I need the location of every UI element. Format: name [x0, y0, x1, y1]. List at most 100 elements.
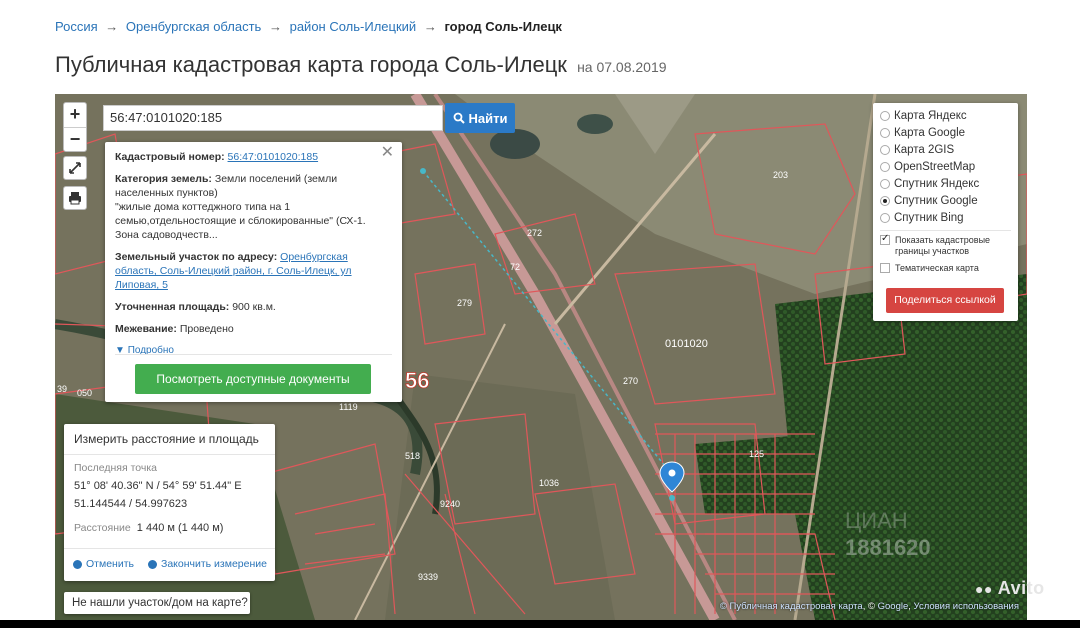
- breadcrumb-current: город Соль-Илецк: [444, 19, 562, 34]
- ruler-icon: [69, 162, 81, 174]
- area-row: Уточненная площадь: 900 кв.м.: [115, 300, 392, 314]
- not-found-button[interactable]: Не нашли участок/дом на карте?: [64, 592, 250, 614]
- attribution-prefix: ©: [719, 601, 727, 612]
- region-label: 56: [405, 368, 429, 393]
- cancel-icon: [73, 559, 82, 569]
- layer-option-label: Спутник Bing: [894, 211, 964, 224]
- coords-decimal: 51.144544 / 54.997623: [74, 498, 188, 510]
- print-icon: [69, 192, 81, 205]
- layer-option-yandex-map[interactable]: Карта Яндекс: [880, 107, 1011, 124]
- check-icon: [147, 559, 157, 569]
- page-title: Публичная кадастровая карта города Соль-…: [55, 52, 667, 78]
- parcel-label: 272: [527, 228, 542, 238]
- land-category-label: Категория земель:: [115, 173, 212, 185]
- land-usage-value: "жилые дома коттеджного типа на 1 семью,…: [115, 201, 366, 241]
- cadastral-number-link[interactable]: 56:47:0101020:185: [228, 151, 319, 163]
- zoom-out-button[interactable]: −: [64, 127, 86, 151]
- measure-tool-button[interactable]: [63, 156, 87, 180]
- finish-measure-button[interactable]: Закончить измерение: [147, 558, 267, 570]
- layer-option-google-map[interactable]: Карта Google: [880, 124, 1011, 141]
- land-category-row: Категория земель: Земли поселений (земли…: [115, 172, 392, 242]
- parcel-label: 050: [77, 388, 92, 398]
- thematic-map-checkbox[interactable]: Тематическая карта: [880, 263, 1011, 274]
- avito-brand: Avito: [997, 578, 1045, 598]
- radio-icon: [880, 144, 890, 155]
- breadcrumb-separator: →: [268, 19, 282, 34]
- layer-option-label: Спутник Google: [894, 194, 978, 207]
- measure-panel: Измерить расстояние и площадь Последняя …: [64, 424, 275, 581]
- parcel-label: 9240: [440, 499, 460, 509]
- radio-selected-icon: [880, 195, 890, 206]
- radio-icon: [880, 161, 890, 172]
- finish-measure-label: Закончить измерение: [160, 558, 267, 570]
- radio-icon: [880, 110, 890, 121]
- radio-icon: [880, 127, 890, 138]
- page-title-text: Публичная кадастровая карта города Соль-…: [55, 52, 567, 77]
- breadcrumb: Россия → Оренбургская область → район Со…: [55, 19, 562, 34]
- view-documents-button[interactable]: Посмотреть доступные документы: [135, 364, 371, 394]
- layer-option-label: Карта Google: [894, 126, 966, 139]
- print-button[interactable]: [63, 186, 87, 210]
- attribution-terms-sep: ,: [908, 601, 911, 612]
- checkbox-icon: [880, 263, 890, 273]
- radio-icon: [880, 178, 890, 189]
- layer-option-2gis-map[interactable]: Карта 2GIS: [880, 141, 1011, 158]
- watermark-number: 1881620: [845, 535, 931, 560]
- layer-option-label: Карта 2GIS: [894, 143, 955, 156]
- address-label: Земельный участок по адресу:: [115, 251, 278, 263]
- more-details-link[interactable]: ▼ Подробно: [115, 344, 392, 358]
- parcel-info-popup: ✕ Кадастровый номер: 56:47:0101020:185 К…: [105, 142, 402, 402]
- measure-body: Последняя точка 51° 08' 40.36" N / 54° 5…: [64, 455, 275, 534]
- parcel-label: 9339: [418, 572, 438, 582]
- show-boundaries-checkbox[interactable]: Показать кадастровые границы участков: [880, 233, 1011, 257]
- search-input[interactable]: 56:47:0101020:185: [103, 105, 443, 131]
- measure-actions: Отменить Закончить измерение: [73, 558, 267, 570]
- layer-option-osm[interactable]: OpenStreetMap: [880, 158, 1011, 175]
- divider: [64, 548, 275, 549]
- layer-option-google-satellite[interactable]: Спутник Google: [880, 192, 1011, 209]
- layer-option-label: Спутник Яндекс: [894, 177, 980, 190]
- parcel-label: 125: [749, 449, 764, 459]
- page-title-date: на 07.08.2019: [577, 59, 667, 75]
- layer-option-label: OpenStreetMap: [894, 160, 976, 173]
- layer-option-yandex-satellite[interactable]: Спутник Яндекс: [880, 175, 1011, 192]
- parcel-label: 1036: [539, 478, 559, 488]
- distance-label: Расстояние: [74, 522, 131, 534]
- close-icon[interactable]: ✕: [381, 145, 394, 161]
- survey-label: Межевание:: [115, 323, 177, 335]
- thematic-map-label: Тематическая карта: [895, 263, 979, 273]
- zoom-in-button[interactable]: +: [64, 103, 86, 127]
- attribution-google-prefix: , ©: [862, 601, 875, 612]
- breadcrumb-separator: →: [423, 19, 437, 34]
- survey-value: Проведено: [179, 323, 234, 335]
- share-link-button[interactable]: Поделиться ссылкой: [886, 288, 1004, 313]
- breadcrumb-district[interactable]: район Соль-Илецкий: [290, 19, 417, 34]
- cadastral-number-row: Кадастровый номер: 56:47:0101020:185: [115, 150, 392, 164]
- cancel-measure-button[interactable]: Отменить: [73, 558, 134, 570]
- distance-row: Расстояние 1 440 м (1 440 м): [74, 522, 265, 534]
- breadcrumb-russia[interactable]: Россия: [55, 19, 98, 34]
- attribution-terms-link[interactable]: Условия использования: [914, 601, 1019, 612]
- attribution-map-link[interactable]: Публичная кадастровая карта: [729, 601, 862, 612]
- breadcrumb-orenburg[interactable]: Оренбургская область: [126, 19, 261, 34]
- address-row: Земельный участок по адресу: Оренбургска…: [115, 250, 392, 292]
- parcel-label: 270: [623, 376, 638, 386]
- watermark-faint: ЦИАН: [845, 508, 908, 533]
- divider: [115, 354, 392, 355]
- zoom-control: + −: [63, 102, 87, 152]
- cadastral-number-label: Кадастровый номер:: [115, 151, 225, 163]
- search-button[interactable]: Найти: [445, 103, 515, 133]
- attribution-google-link[interactable]: Google: [878, 601, 909, 612]
- divider: [880, 230, 1011, 231]
- layer-option-bing-satellite[interactable]: Спутник Bing: [880, 209, 1011, 226]
- breadcrumb-separator: →: [105, 19, 119, 34]
- avito-watermark: ●● Avito: [975, 578, 1045, 599]
- parcel-label: 72: [510, 262, 520, 272]
- parcel-label: 203: [773, 170, 788, 180]
- parcel-label: 279: [457, 298, 472, 308]
- parcel-label: 518: [405, 451, 420, 461]
- measure-title: Измерить расстояние и площадь: [64, 424, 275, 455]
- parcel-label: 39: [57, 384, 67, 394]
- layer-option-label: Карта Яндекс: [894, 109, 967, 122]
- quarter-label: 0101020: [665, 338, 708, 350]
